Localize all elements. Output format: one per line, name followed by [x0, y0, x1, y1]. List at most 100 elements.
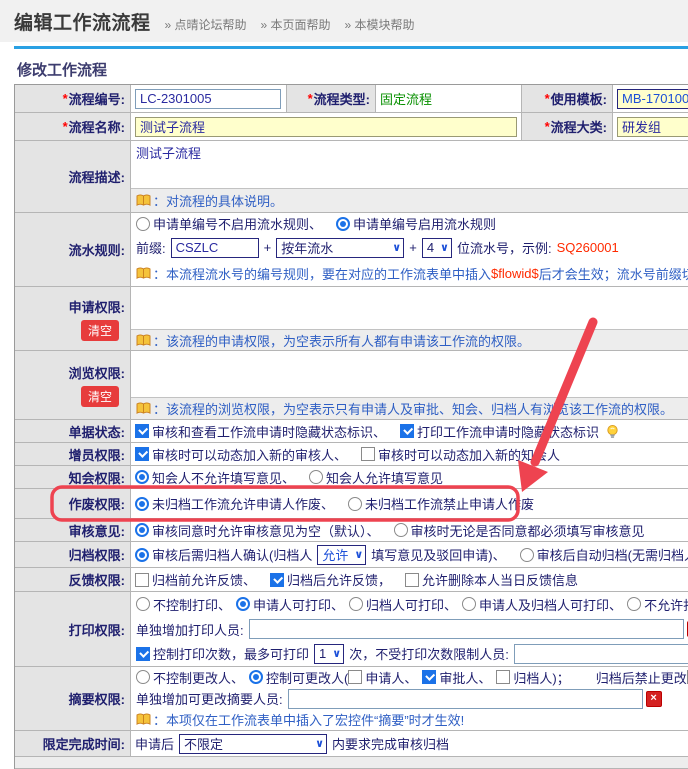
row-archive-permission: 归档权限: 审核后需归档人确认(归档人 允许 ∨ 填写意见及驳回申请)、 审核后…	[15, 542, 688, 568]
void-permission-label: 作废权限:	[15, 489, 131, 518]
chevron-down-icon: ∨	[315, 737, 324, 750]
print-both-radio[interactable]	[462, 597, 476, 611]
summary-lock-label: 归档后禁止更改	[596, 668, 687, 687]
print-extra-people-label: 单独增加打印人员:	[136, 620, 244, 639]
serial-disable-label: 申请单编号不启用流水规则、	[153, 214, 322, 233]
summary-no-control-radio[interactable]	[136, 670, 150, 684]
chevron-down-icon: ∨	[440, 241, 449, 254]
feedback-before-archive-checkbox[interactable]	[135, 573, 149, 587]
review-empty-ok-radio[interactable]	[135, 523, 149, 537]
flow-type-label: * 流程类型:	[286, 85, 376, 112]
dynamic-add-reviewer-checkbox[interactable]	[135, 447, 149, 461]
archive-auto-radio[interactable]	[520, 548, 534, 562]
serial-rule-label: 流水规则:	[15, 213, 131, 286]
category-label: * 流程大类:	[521, 113, 613, 140]
print-forbid-radio[interactable]	[627, 597, 641, 611]
view-permission-note: ：该流程的浏览权限，为空表示只有申请人及审批、知会、归档人有浏览该工作流的权限。	[131, 397, 688, 419]
summary-archiver-checkbox[interactable]	[496, 670, 510, 684]
apply-permission-clear-button[interactable]: 清空	[81, 320, 119, 341]
breadcrumb-link-module-help[interactable]: » 本模块帮助	[345, 16, 415, 33]
apply-permission-note: ：该流程的申请权限，为空表示所有人都有申请该工作流的权限。	[131, 329, 688, 350]
print-extra-people-input[interactable]	[249, 619, 684, 639]
book-icon	[136, 713, 151, 726]
row-flow-basic-2: * 流程名称: 测试子流程 * 流程大类: 研发组	[15, 113, 688, 141]
flow-no-label: * 流程编号:	[15, 85, 131, 112]
deadline-select[interactable]: 不限定 ∨	[179, 734, 327, 754]
book-icon	[136, 267, 151, 280]
row-add-member: 增员权限: 审核时可以动态加入新的审核人、 审核时可以动态加入新的知会人	[15, 443, 688, 466]
book-icon	[136, 334, 151, 347]
serial-period-select[interactable]: 按年流水 ∨	[276, 238, 404, 258]
row-deadline: 限定完成时间: 申请后 不限定 ∨ 内要求完成审核归档	[15, 731, 688, 757]
prefix-input[interactable]: CSZLC	[171, 238, 259, 258]
void-allow-radio[interactable]	[135, 497, 149, 511]
serial-enable-label: 申请单编号启用流水规则	[353, 214, 496, 233]
print-applicant-radio[interactable]	[236, 597, 250, 611]
serial-rule-note: ：本流程流水号的编号规则，要在对应的工作流表单中插入$flowid$后才会生效；…	[131, 260, 688, 286]
accent-divider	[14, 46, 688, 49]
top-header-bar: 编辑工作流流程 » 点晴论坛帮助 » 本页面帮助 » 本模块帮助	[0, 0, 688, 42]
print-count-select[interactable]: 1 ∨	[314, 644, 344, 664]
serial-enable-radio[interactable]	[336, 217, 350, 231]
print-no-control-radio[interactable]	[136, 597, 150, 611]
archive-allow-select[interactable]: 允许 ∨	[317, 545, 366, 565]
print-count-control-checkbox[interactable]	[136, 647, 150, 661]
row-next-clipped	[15, 757, 688, 769]
void-forbid-radio[interactable]	[348, 497, 362, 511]
summary-applicant-checkbox[interactable]	[348, 670, 362, 684]
print-permission-label: 打印权限:	[15, 592, 131, 666]
archive-confirm-radio[interactable]	[135, 548, 149, 562]
description-label: 流程描述:	[15, 141, 131, 212]
view-permission-area[interactable]	[131, 351, 688, 397]
flow-type-value: 固定流程	[380, 89, 432, 108]
serial-disable-radio[interactable]	[136, 217, 150, 231]
print-archiver-radio[interactable]	[349, 597, 363, 611]
breadcrumb-link-page-help[interactable]: » 本页面帮助	[261, 16, 331, 33]
page-title: 编辑工作流流程	[14, 8, 151, 35]
hide-status-review-checkbox[interactable]	[135, 424, 149, 438]
notify-no-comment-radio[interactable]	[135, 470, 149, 484]
summary-approver-checkbox[interactable]	[422, 670, 436, 684]
serial-sample: SQ260001	[557, 240, 619, 255]
lightbulb-icon	[605, 424, 620, 439]
row-description: 流程描述: 测试子流程 ：对流程的具体说明。	[15, 141, 688, 213]
serial-digits-select[interactable]: 4 ∨	[422, 238, 452, 258]
row-summary-permission: 摘要权限: 不控制更改人、 控制可更改人( 申请人、 审批人、 归档人)； 归档…	[15, 667, 688, 731]
feedback-after-archive-checkbox[interactable]	[270, 573, 284, 587]
print-unlimited-people-input[interactable]	[514, 644, 688, 664]
flow-no-input[interactable]: LC-2301005	[135, 89, 281, 109]
flow-name-label: * 流程名称:	[15, 113, 131, 140]
archive-permission-label: 归档权限:	[15, 542, 131, 567]
row-void-permission: 作废权限: 未归档工作流允许申请人作废、 未归档工作流禁止申请人作废	[15, 489, 688, 519]
notify-allow-comment-radio[interactable]	[309, 470, 323, 484]
book-icon	[136, 402, 151, 415]
dynamic-add-notified-checkbox[interactable]	[361, 447, 375, 461]
description-textarea[interactable]: 测试子流程	[131, 141, 688, 188]
doc-status-label: 单据状态:	[15, 420, 131, 442]
row-review-opinion: 审核意见: 审核同意时允许审核意见为空（默认）、 审核时无论是否同意都必须填写审…	[15, 519, 688, 542]
row-print-permission: 打印权限: 不控制打印、 申请人可打印、 归档人可打印、 申请人及归档人可打印、…	[15, 592, 688, 667]
chevron-down-icon: ∨	[332, 647, 341, 660]
template-input[interactable]: MB-170100	[617, 89, 688, 109]
apply-permission-area[interactable]	[131, 287, 688, 329]
summary-extra-people-label: 单独增加可更改摘要人员:	[136, 689, 283, 708]
section-title: 修改工作流程	[17, 59, 107, 80]
summary-extra-people-input[interactable]	[288, 689, 643, 709]
view-permission-clear-button[interactable]: 清空	[81, 386, 119, 407]
chevron-down-icon: ∨	[354, 548, 363, 561]
row-view-permission: 浏览权限: 清空 ：该流程的浏览权限，为空表示只有申请人及审批、知会、归档人有浏…	[15, 351, 688, 420]
add-member-label: 增员权限:	[15, 443, 131, 465]
row-apply-permission: 申请权限: 清空 ：该流程的申请权限，为空表示所有人都有申请该工作流的权限。	[15, 287, 688, 351]
clear-field-icon[interactable]: ×	[646, 691, 662, 707]
summary-control-radio[interactable]	[249, 670, 263, 684]
flow-name-input[interactable]: 测试子流程	[135, 117, 517, 137]
category-input[interactable]: 研发组	[617, 117, 688, 137]
review-must-fill-radio[interactable]	[394, 523, 408, 537]
description-note: ：对流程的具体说明。	[131, 188, 688, 212]
required-mark: *	[63, 91, 68, 106]
feedback-permission-label: 反馈权限:	[15, 568, 131, 591]
feedback-delete-own-checkbox[interactable]	[405, 573, 419, 587]
breadcrumb-link-forum-help[interactable]: » 点晴论坛帮助	[165, 16, 247, 33]
review-opinion-label: 审核意见:	[15, 519, 131, 541]
hide-status-print-checkbox[interactable]	[400, 424, 414, 438]
